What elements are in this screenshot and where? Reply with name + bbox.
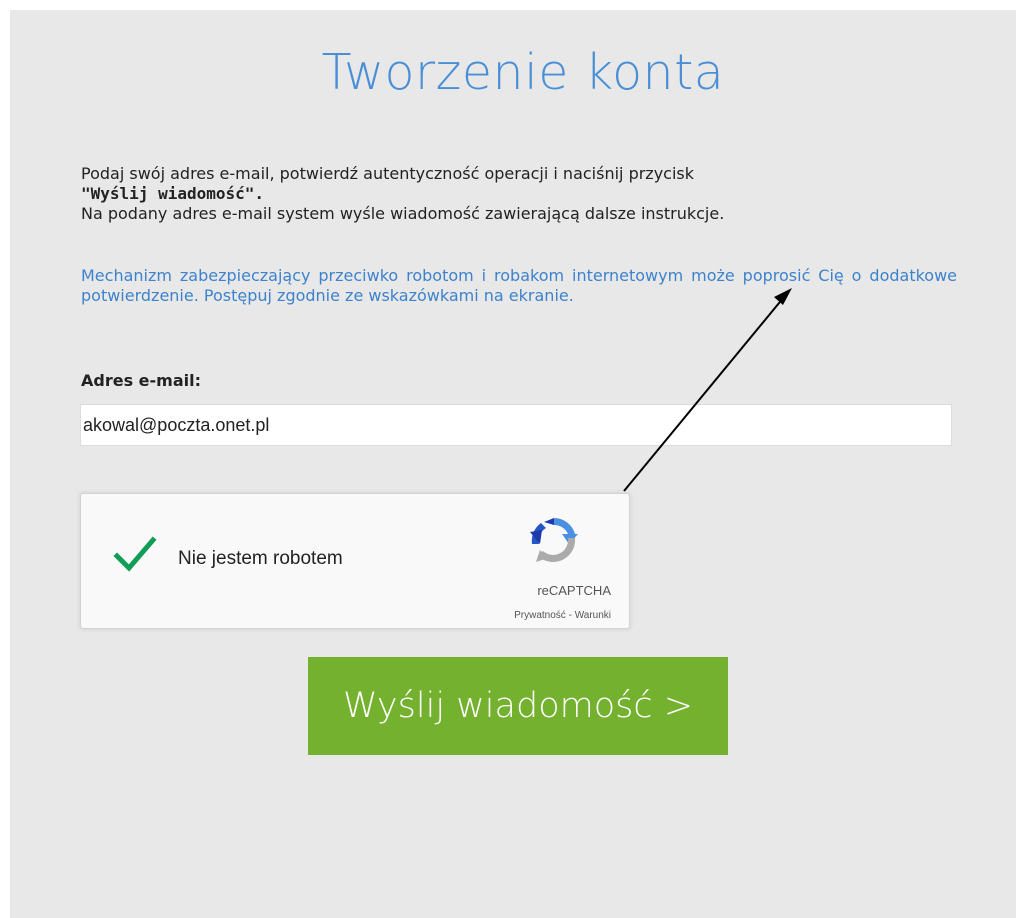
send-message-button[interactable]: Wyślij wiadomość > [308,657,728,755]
robot-notice: Mechanizm zabezpieczający przeciwko robo… [81,266,957,305]
instructions-line1: Podaj swój adres e-mail, potwierdź auten… [81,164,957,204]
captcha-label: Nie jestem robotem [178,548,343,569]
instructions: Podaj swój adres e-mail, potwierdź auten… [81,164,957,224]
page-title: Tworzenie konta [321,44,725,101]
instructions-line2: Na podany adres e-mail system wyśle wiad… [81,204,725,223]
page-panel [10,10,1016,918]
recaptcha-brand: reCAPTCHA [537,583,611,598]
email-field[interactable] [80,404,952,446]
email-label: Adres e-mail: [81,371,201,390]
checkmark-icon[interactable] [113,534,157,574]
instructions-text: Podaj swój adres e-mail, potwierdź auten… [81,164,695,183]
recaptcha-logo-icon [530,518,578,562]
instructions-button-name: "Wyślij wiadomość". [81,184,265,203]
recaptcha-terms-link[interactable]: Prywatność - Warunki [445,610,611,621]
recaptcha-widget[interactable]: Nie jestem robotem reCAPTCHA Prywatność … [80,493,630,629]
